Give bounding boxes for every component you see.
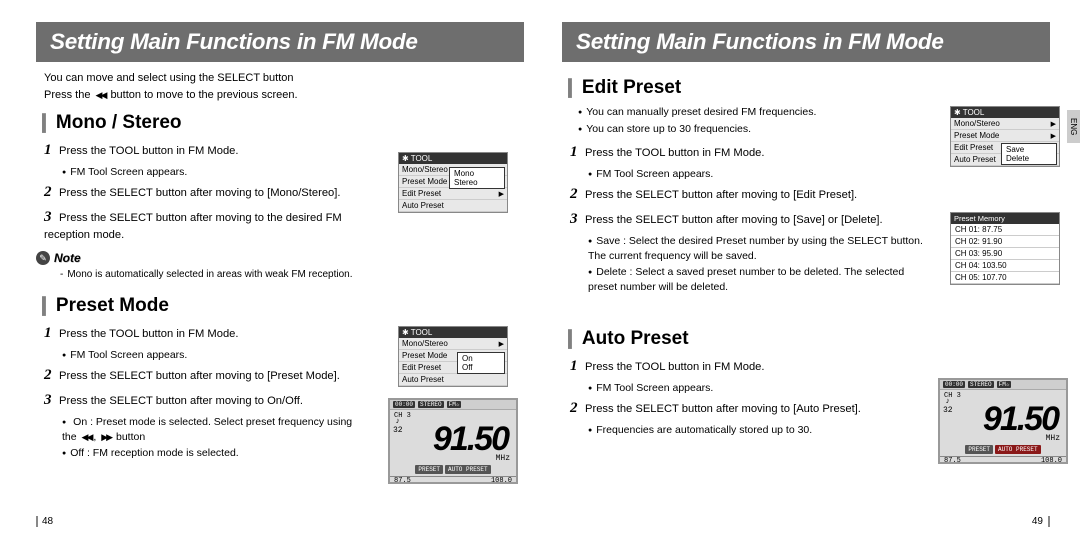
- note-row: ✎ Note: [36, 251, 524, 265]
- tool-screen-edit: ✱TOOL Mono/Stereo▶ Preset Mode▶ Edit Pre…: [950, 106, 1060, 167]
- page-title-right: Setting Main Functions in FM Mode: [562, 22, 1050, 62]
- intro-block: You can move and select using the SELECT…: [44, 70, 524, 103]
- edit-popup: Save Delete: [1001, 143, 1057, 165]
- tool-screen-preset: ✱TOOL Mono/Stereo▶ Preset Mode▶ Edit Pre…: [398, 326, 508, 387]
- tool-icon: ✱: [402, 154, 409, 163]
- heading-edit-preset: Edit Preset: [562, 76, 1050, 99]
- prev-icon: ◀◀: [82, 431, 92, 444]
- heading-auto-preset: Auto Preset: [562, 327, 1050, 350]
- page-title-left: Setting Main Functions in FM Mode: [36, 22, 524, 62]
- page-number-49: 49: [1032, 516, 1050, 527]
- note-text: Mono is automatically selected in areas …: [60, 269, 390, 280]
- preset-on-sub: On : Preset mode is selected. Select pre…: [62, 415, 364, 444]
- intro-line1: You can move and select using the SELECT…: [44, 70, 524, 87]
- preset-mode-steps: 1Press the TOOL button in FM Mode. FM To…: [44, 323, 364, 461]
- intro-line2: Press the ◀◀ button to move to the previ…: [44, 87, 524, 104]
- tool-screen-mono: ✱TOOL Mono/Stereo▶ Preset Mode▶ Edit Pre…: [398, 152, 508, 213]
- language-tab: ENG: [1067, 110, 1080, 143]
- auto-preset-steps: 1Press the TOOL button in FM Mode. FM To…: [570, 356, 930, 437]
- preset-popup: On Off: [457, 352, 505, 374]
- heading-mono-stereo: Mono / Stereo: [36, 111, 524, 134]
- page-49: Setting Main Functions in FM Mode Edit P…: [540, 0, 1080, 539]
- mono-stereo-popup: Mono Stereo: [449, 167, 505, 189]
- note-label: Note: [54, 251, 81, 265]
- next-icon: ▶▶: [101, 431, 111, 444]
- preset-memory-screen: Preset Memory CH 01: 87.75 CH 02: 91.90 …: [950, 212, 1060, 285]
- page-number-48: 48: [36, 516, 53, 527]
- mono-stereo-steps: 1Press the TOOL button in FM Mode. FM To…: [44, 140, 364, 243]
- rewind-icon: ◀◀: [96, 89, 106, 103]
- radio-screen-preset: 00:00 STEREO FM☆ CH 3 ♪32 91.50 MHz PRES…: [388, 398, 518, 484]
- page-48: Setting Main Functions in FM Mode You ca…: [0, 0, 540, 539]
- edit-preset-steps: You can manually preset desired FM frequ…: [570, 105, 930, 295]
- heading-preset-mode: Preset Mode: [36, 294, 524, 317]
- radio-screen-auto: 00:00 STEREO FM☆ CH 3 ♪32 91.50 MHz PRES…: [938, 378, 1068, 464]
- note-icon: ✎: [36, 251, 50, 265]
